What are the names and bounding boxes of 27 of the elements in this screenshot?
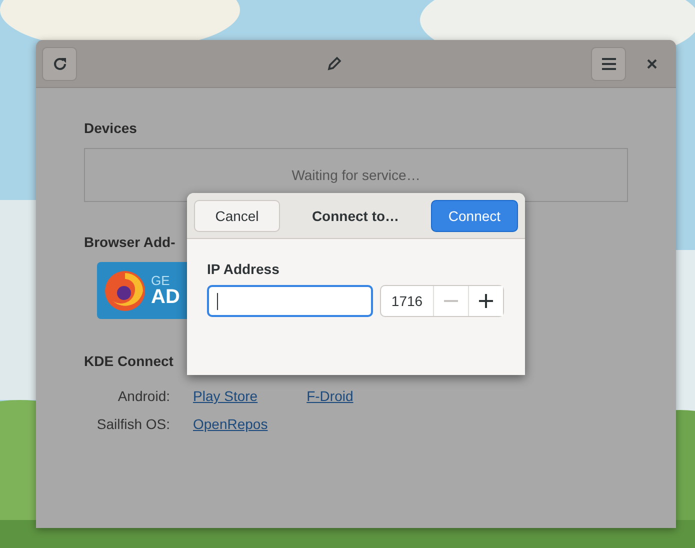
platform-label: Sailfish OS: <box>96 416 170 432</box>
minus-icon <box>444 300 458 302</box>
refresh-button[interactable] <box>42 46 77 80</box>
increment-button[interactable] <box>468 286 503 316</box>
menu-button[interactable] <box>591 46 626 80</box>
port-value: 1716 <box>390 292 424 311</box>
refresh-icon <box>52 56 68 72</box>
section-heading: Devices <box>84 120 138 136</box>
store-link[interactable]: F-Droid <box>306 388 354 404</box>
store-link[interactable]: Play Store <box>193 388 258 404</box>
port-spinner[interactable]: 1716 <box>380 285 504 317</box>
dialog-title: Connect to… <box>312 208 400 224</box>
status-text: Waiting for service… <box>292 167 420 183</box>
badge-text: AD <box>151 287 180 307</box>
input-field[interactable] <box>207 285 373 317</box>
platform-label: Android: <box>116 388 170 404</box>
menu-icon <box>600 56 616 70</box>
browser-logo-icon <box>103 268 147 312</box>
store-link[interactable]: OpenRepos <box>193 416 268 432</box>
section-heading: KDE Connect <box>84 353 174 369</box>
plus-icon <box>479 294 493 308</box>
pencil-icon[interactable] <box>326 56 342 72</box>
badge-text: GE <box>151 274 171 287</box>
cancel-button[interactable]: Cancel <box>194 200 280 232</box>
section-heading: Browser Add- <box>84 234 176 250</box>
connect-button[interactable]: Connect <box>430 200 518 232</box>
close-icon <box>647 58 657 68</box>
